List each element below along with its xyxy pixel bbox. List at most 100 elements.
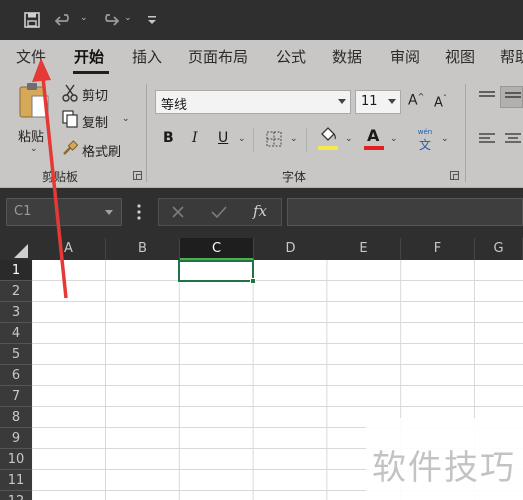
- row-header-2[interactable]: 2: [0, 281, 32, 302]
- tab-data[interactable]: 数据: [332, 46, 362, 67]
- clipboard-icon: [19, 83, 49, 118]
- column-header-f[interactable]: F: [401, 238, 475, 260]
- redo-icon[interactable]: [98, 8, 120, 32]
- chevron-down-icon[interactable]: ⌄: [290, 134, 298, 144]
- formula-input[interactable]: [287, 198, 523, 226]
- align-center-icon[interactable]: [504, 132, 522, 146]
- row-header-12[interactable]: 12: [0, 491, 32, 500]
- align-top-icon[interactable]: [478, 90, 496, 104]
- watermark: 软件技巧: [372, 448, 516, 488]
- font-name-select[interactable]: 等线: [155, 90, 351, 114]
- font-color-swatch: [364, 146, 384, 150]
- tab-formulas[interactable]: 公式: [276, 46, 306, 67]
- paint-bucket-icon: [321, 127, 336, 141]
- italic-button[interactable]: I: [192, 130, 198, 146]
- column-header-d[interactable]: D: [254, 238, 328, 260]
- row-header-10[interactable]: 10: [0, 449, 32, 470]
- group-divider: [146, 84, 147, 182]
- row-header-5[interactable]: 5: [0, 344, 32, 365]
- font-group-label: 字体: [282, 170, 307, 184]
- increase-font-size-icon[interactable]: A^: [408, 92, 424, 109]
- row-header-4[interactable]: 4: [0, 323, 32, 344]
- chevron-down-icon[interactable]: ⌄: [124, 13, 132, 23]
- divider: [253, 128, 254, 152]
- row-header-3[interactable]: 3: [0, 302, 32, 323]
- column-header-b[interactable]: B: [106, 238, 180, 260]
- chevron-down-icon[interactable]: ⌄: [441, 134, 449, 144]
- tab-help[interactable]: 帮助: [500, 46, 523, 67]
- active-cell[interactable]: [178, 260, 254, 282]
- more-options-icon[interactable]: [136, 204, 142, 220]
- phonetic-guide-button[interactable]: wén 文: [416, 128, 434, 152]
- row-header-1[interactable]: 1: [0, 260, 32, 281]
- align-left-icon[interactable]: [478, 132, 496, 146]
- tab-view[interactable]: 视图: [445, 46, 475, 67]
- column-header-c[interactable]: C: [180, 238, 254, 260]
- quick-access-toolbar: ⌄ ⌄: [0, 0, 523, 40]
- clipboard-group-label: 剪贴板: [42, 170, 79, 184]
- font-color-button[interactable]: A: [364, 126, 386, 152]
- row-header-11[interactable]: 11: [0, 470, 32, 491]
- chevron-down-icon[interactable]: ⌄: [238, 134, 246, 144]
- chevron-down-icon: [388, 99, 396, 104]
- font-size-value: 11: [361, 94, 378, 109]
- enter-check-icon[interactable]: [211, 205, 227, 219]
- font-size-select[interactable]: 11: [355, 90, 401, 114]
- font-dialog-launcher-icon[interactable]: [450, 171, 459, 180]
- ribbon-home: 粘贴 ⌄ 剪切 复制 ⌄ 格式刷 剪贴板 等线 11 A^ Aˇ B I U ⌄…: [0, 76, 523, 188]
- fill-handle[interactable]: [250, 278, 256, 284]
- chevron-down-icon[interactable]: ⌄: [390, 134, 398, 144]
- active-tab-indicator: [73, 71, 109, 74]
- paste-label: 粘贴: [18, 130, 45, 145]
- font-name-value: 等线: [161, 98, 188, 113]
- tab-home[interactable]: 开始: [74, 46, 104, 67]
- borders-icon[interactable]: [266, 131, 282, 147]
- customize-icon[interactable]: [144, 8, 160, 32]
- chevron-down-icon[interactable]: ⌄: [122, 114, 130, 124]
- ribbon-tabs: 文件 开始 插入 页面布局 公式 数据 审阅 视图 帮助: [0, 40, 523, 76]
- tab-file[interactable]: 文件: [16, 46, 46, 67]
- format-painter-button[interactable]: 格式刷: [62, 138, 134, 160]
- phonetic-bottom: 文: [418, 138, 431, 152]
- underline-button[interactable]: U: [218, 130, 228, 146]
- copy-button[interactable]: 复制 ⌄: [62, 110, 134, 131]
- insert-function-icon[interactable]: fx: [253, 202, 267, 220]
- fill-color-button[interactable]: [318, 126, 340, 152]
- font-color-glyph: A: [367, 126, 380, 145]
- chevron-down-icon[interactable]: ⌄: [30, 144, 38, 154]
- chevron-down-icon: [338, 99, 346, 104]
- bold-button[interactable]: B: [163, 130, 174, 146]
- chevron-down-icon[interactable]: ⌄: [345, 134, 353, 144]
- paste-button[interactable]: 粘贴 ⌄: [10, 82, 54, 162]
- format-painter-icon: [63, 140, 78, 155]
- chevron-down-icon: [105, 210, 113, 215]
- cancel-icon[interactable]: [171, 205, 185, 219]
- column-header-e[interactable]: E: [327, 238, 401, 260]
- row-header-7[interactable]: 7: [0, 386, 32, 407]
- tab-insert[interactable]: 插入: [132, 46, 162, 67]
- select-all-button[interactable]: [0, 238, 32, 260]
- format-painter-label: 格式刷: [82, 145, 122, 160]
- tab-page-layout[interactable]: 页面布局: [188, 46, 248, 67]
- column-header-a[interactable]: A: [32, 238, 106, 260]
- select-all-icon: [14, 244, 28, 258]
- align-middle-icon[interactable]: [500, 86, 523, 108]
- save-icon[interactable]: [22, 8, 42, 32]
- fill-color-swatch: [318, 146, 338, 150]
- scissors-icon: [62, 84, 78, 102]
- column-header-g[interactable]: G: [475, 238, 523, 260]
- copy-icon: [62, 110, 78, 128]
- clipboard-dialog-launcher-icon[interactable]: [133, 171, 142, 180]
- undo-icon[interactable]: [54, 8, 76, 32]
- decrease-font-size-icon[interactable]: Aˇ: [434, 94, 447, 110]
- formula-bar: C1 fx: [0, 188, 523, 238]
- group-divider: [465, 84, 466, 182]
- row-header-6[interactable]: 6: [0, 365, 32, 386]
- chevron-down-icon[interactable]: ⌄: [80, 13, 88, 23]
- tab-review[interactable]: 审阅: [390, 46, 420, 67]
- row-header-8[interactable]: 8: [0, 407, 32, 428]
- name-box[interactable]: C1: [6, 198, 122, 226]
- cut-button[interactable]: 剪切: [62, 84, 122, 104]
- row-header-9[interactable]: 9: [0, 428, 32, 449]
- phonetic-top: wén: [417, 128, 433, 136]
